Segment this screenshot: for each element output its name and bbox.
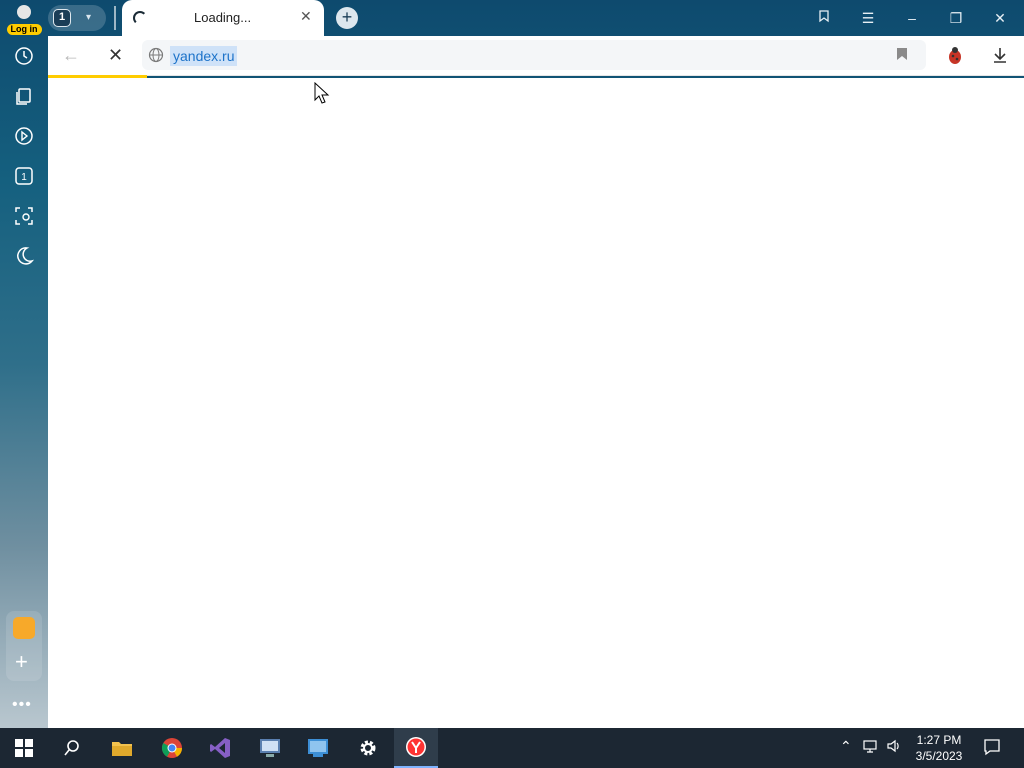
screenshot-icon[interactable] <box>11 203 37 229</box>
settings-icon[interactable] <box>346 728 390 768</box>
notifications-icon[interactable] <box>983 738 1001 759</box>
stop-icon[interactable]: ✕ <box>108 45 123 66</box>
more-icon[interactable]: ••• <box>12 696 32 714</box>
menu-icon[interactable]: ☰ <box>856 6 880 30</box>
yandex-browser-icon[interactable] <box>394 728 438 768</box>
tab-counter-icon[interactable]: 1 <box>11 163 37 189</box>
mail-icon[interactable] <box>13 617 35 639</box>
side-panel: 1 + ••• <box>0 36 48 728</box>
taskbar-clock[interactable]: 1:27 PM 3/5/2023 <box>906 732 972 764</box>
tab-counter-button[interactable]: 1 ▾ <box>48 5 106 31</box>
page-content[interactable] <box>48 78 1024 728</box>
chevron-up-icon[interactable]: ⌃ <box>840 738 852 755</box>
login-badge: Log in <box>6 24 42 35</box>
file-explorer-icon[interactable] <box>100 728 144 768</box>
clock-date: 3/5/2023 <box>915 749 963 763</box>
windows-start-icon[interactable] <box>2 728 46 768</box>
extension-icon[interactable] <box>944 45 966 67</box>
remote-desktop-icon[interactable] <box>296 728 340 768</box>
add-icon[interactable]: + <box>15 651 28 673</box>
title-bar: Log in 1 ▾ Loading... ✕ + ☰ – ❐ ✕ <box>0 0 1024 38</box>
visual-studio-icon[interactable] <box>198 728 242 768</box>
history-icon[interactable] <box>11 43 37 69</box>
tab-count: 1 <box>53 9 71 27</box>
play-icon[interactable] <box>11 123 37 149</box>
navigation-toolbar: ← ✕ yandex.ru <box>48 36 1024 76</box>
restore-icon[interactable]: ❐ <box>944 6 968 30</box>
user-icon <box>17 5 31 19</box>
bookmark-icon[interactable] <box>896 47 908 61</box>
profile-button[interactable]: Log in <box>6 3 42 35</box>
minimize-icon[interactable]: – <box>900 6 924 30</box>
chevron-down-icon: ▾ <box>86 12 92 23</box>
tab-title: Loading... <box>194 10 252 25</box>
chrome-icon[interactable] <box>150 728 194 768</box>
taskbar: ⌃ 1:27 PM 3/5/2023 <box>0 728 1024 768</box>
collections-icon[interactable] <box>812 6 836 30</box>
address-bar[interactable]: yandex.ru <box>142 40 926 70</box>
loading-spinner-icon <box>133 11 147 25</box>
globe-icon <box>148 47 164 63</box>
tab-separator <box>114 6 116 30</box>
network-icon[interactable] <box>862 738 878 757</box>
tab-active[interactable]: Loading... ✕ <box>122 0 324 38</box>
search-icon[interactable] <box>50 728 94 768</box>
collections-icon[interactable] <box>11 83 37 109</box>
clock-time: 1:27 PM <box>916 733 962 747</box>
new-tab-button[interactable]: + <box>336 7 358 29</box>
back-icon[interactable]: ← <box>62 45 80 66</box>
volume-icon[interactable] <box>886 738 902 757</box>
mouse-cursor-icon <box>314 82 330 104</box>
network-manager-icon[interactable] <box>248 728 292 768</box>
close-window-icon[interactable]: ✕ <box>988 6 1012 30</box>
address-url[interactable]: yandex.ru <box>170 46 238 66</box>
tab-close-icon[interactable]: ✕ <box>300 8 312 25</box>
night-mode-icon[interactable] <box>11 243 37 269</box>
svg-text:1: 1 <box>21 172 27 183</box>
download-icon[interactable] <box>990 45 1010 65</box>
side-panel-apps: + <box>6 611 42 681</box>
